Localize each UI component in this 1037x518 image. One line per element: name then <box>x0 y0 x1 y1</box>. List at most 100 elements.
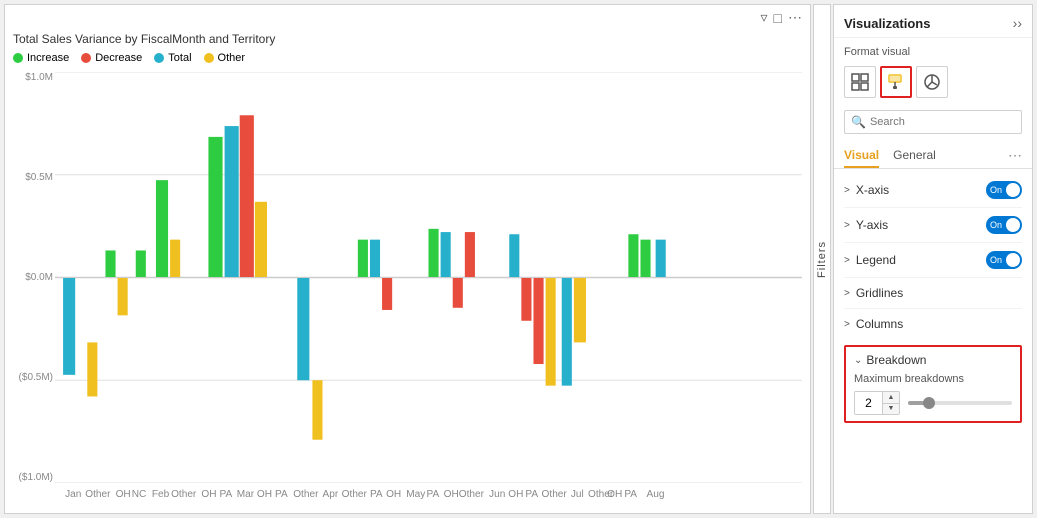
viz-panel: Visualizations ›› Format visual <box>833 4 1033 514</box>
svg-text:OH: OH <box>116 489 131 500</box>
yaxis-chevron: > <box>844 220 850 231</box>
legend-label-total: Total <box>168 52 191 64</box>
tab-visual[interactable]: Visual <box>844 142 879 168</box>
svg-text:OH: OH <box>386 489 401 500</box>
focus-icon[interactable]: □ <box>774 10 782 26</box>
svg-text:Other: Other <box>459 489 485 500</box>
legend-item-other: Other <box>204 52 246 64</box>
yaxis-label: Y-axis <box>856 218 888 232</box>
columns-chevron: > <box>844 319 850 330</box>
slider-thumb[interactable] <box>923 397 935 409</box>
y-label-neg05m: ($0.5M) <box>9 372 53 383</box>
svg-text:PA: PA <box>426 489 439 500</box>
breakdown-title: Breakdown <box>866 353 926 367</box>
legend-toggle[interactable]: On <box>986 251 1022 269</box>
chart-title: Total Sales Variance by FiscalMonth and … <box>5 30 810 50</box>
svg-text:Jan: Jan <box>65 489 81 500</box>
tab-general[interactable]: General <box>893 142 936 168</box>
svg-text:Jun: Jun <box>489 489 505 500</box>
tab-more-icon[interactable]: ⋯ <box>1008 147 1022 164</box>
filter-icon[interactable]: ▿ <box>761 9 768 26</box>
chart-area: $1.0M $0.5M $0.0M ($0.5M) ($1.0M) <box>5 68 810 513</box>
search-icon: 🔍 <box>851 115 866 129</box>
svg-text:OH: OH <box>201 489 216 500</box>
spinner-value: 2 <box>855 392 883 414</box>
viz-icons-row <box>834 62 1032 106</box>
columns-section[interactable]: > Columns <box>844 309 1022 339</box>
svg-text:PA: PA <box>275 489 288 500</box>
svg-text:Apr: Apr <box>323 489 339 500</box>
legend-dot-total <box>154 53 164 63</box>
grid-icon-btn[interactable] <box>844 66 876 98</box>
legend-section-label: Legend <box>856 253 896 267</box>
yaxis-section[interactable]: > Y-axis On <box>844 208 1022 243</box>
legend-toggle-knob <box>1006 253 1020 267</box>
columns-label: Columns <box>856 317 903 331</box>
filters-tab[interactable]: Filters <box>813 4 831 514</box>
xaxis-toggle-label: On <box>990 185 1002 195</box>
svg-text:Other: Other <box>171 489 197 500</box>
legend-dot-other <box>204 53 214 63</box>
legend-label-decrease: Decrease <box>95 52 142 64</box>
breakdown-header: ⌄ Breakdown <box>854 353 1012 367</box>
expand-icon[interactable]: ›› <box>1013 15 1022 31</box>
svg-text:May: May <box>406 489 425 500</box>
svg-text:OH: OH <box>607 489 622 500</box>
breakdown-spinner[interactable]: 2 ▲ ▼ <box>854 391 900 415</box>
legend-section[interactable]: > Legend On <box>844 243 1022 278</box>
y-axis-labels: $1.0M $0.5M $0.0M ($0.5M) ($1.0M) <box>9 72 53 483</box>
legend-label-increase: Increase <box>27 52 69 64</box>
yaxis-toggle[interactable]: On <box>986 216 1022 234</box>
analytics-icon <box>923 73 941 91</box>
legend-item-increase: Increase <box>13 52 69 64</box>
svg-text:OH: OH <box>257 489 272 500</box>
x-axis-container: Jan Other OH NC Feb Other OH PA Mar OH P… <box>55 485 802 513</box>
breakdown-controls: 2 ▲ ▼ <box>854 391 1012 415</box>
xaxis-toggle[interactable]: On <box>986 181 1022 199</box>
gridlines-section[interactable]: > Gridlines <box>844 278 1022 309</box>
xaxis-section[interactable]: > X-axis On <box>844 173 1022 208</box>
svg-text:Feb: Feb <box>152 489 170 500</box>
xaxis-chevron: > <box>844 185 850 196</box>
paint-roller-icon <box>887 73 905 91</box>
yaxis-toggle-knob <box>1006 218 1020 232</box>
toolbar-icons: ▿ □ ⋯ <box>761 9 803 26</box>
breakdown-slider[interactable] <box>908 401 1012 405</box>
breakdown-max-label: Maximum breakdowns <box>854 373 1012 385</box>
format-icon-btn[interactable] <box>880 66 912 98</box>
chart-legend: Increase Decrease Total Other <box>5 50 810 68</box>
y-label-1m: $1.0M <box>9 72 53 83</box>
svg-text:Mar: Mar <box>237 489 255 500</box>
svg-text:PA: PA <box>624 489 637 500</box>
legend-chevron: > <box>844 255 850 266</box>
spinner-buttons: ▲ ▼ <box>883 392 899 414</box>
gridlines-label: Gridlines <box>856 286 903 300</box>
y-label-0m: $0.0M <box>9 272 53 283</box>
more-icon[interactable]: ⋯ <box>788 9 802 26</box>
svg-text:PA: PA <box>525 489 538 500</box>
svg-text:Aug: Aug <box>647 489 665 500</box>
viz-panel-title: Visualizations <box>844 16 930 31</box>
xaxis-label: X-axis <box>856 183 889 197</box>
search-box[interactable]: 🔍 <box>844 110 1022 134</box>
legend-dot-increase <box>13 53 23 63</box>
legend-dot-decrease <box>81 53 91 63</box>
y-label-neg1m: ($1.0M) <box>9 472 53 483</box>
search-input[interactable] <box>870 116 1015 128</box>
analytics-icon-btn[interactable] <box>916 66 948 98</box>
svg-text:Jul: Jul <box>571 489 584 500</box>
format-visual-label: Format visual <box>834 38 1032 62</box>
svg-text:OH: OH <box>508 489 523 500</box>
legend-item-decrease: Decrease <box>81 52 142 64</box>
viz-tabs: Visual General ⋯ <box>834 142 1032 169</box>
viz-header: Visualizations ›› <box>834 5 1032 38</box>
svg-text:PA: PA <box>370 489 383 500</box>
spinner-up-btn[interactable]: ▲ <box>883 392 899 404</box>
svg-text:Other: Other <box>293 489 319 500</box>
svg-text:PA: PA <box>220 489 233 500</box>
svg-text:Other: Other <box>342 489 368 500</box>
svg-text:OH: OH <box>444 489 459 500</box>
breakdown-section: ⌄ Breakdown Maximum breakdowns 2 ▲ ▼ <box>844 345 1022 423</box>
spinner-down-btn[interactable]: ▼ <box>883 404 899 415</box>
chart-panel: ▿ □ ⋯ Total Sales Variance by FiscalMont… <box>4 4 811 514</box>
